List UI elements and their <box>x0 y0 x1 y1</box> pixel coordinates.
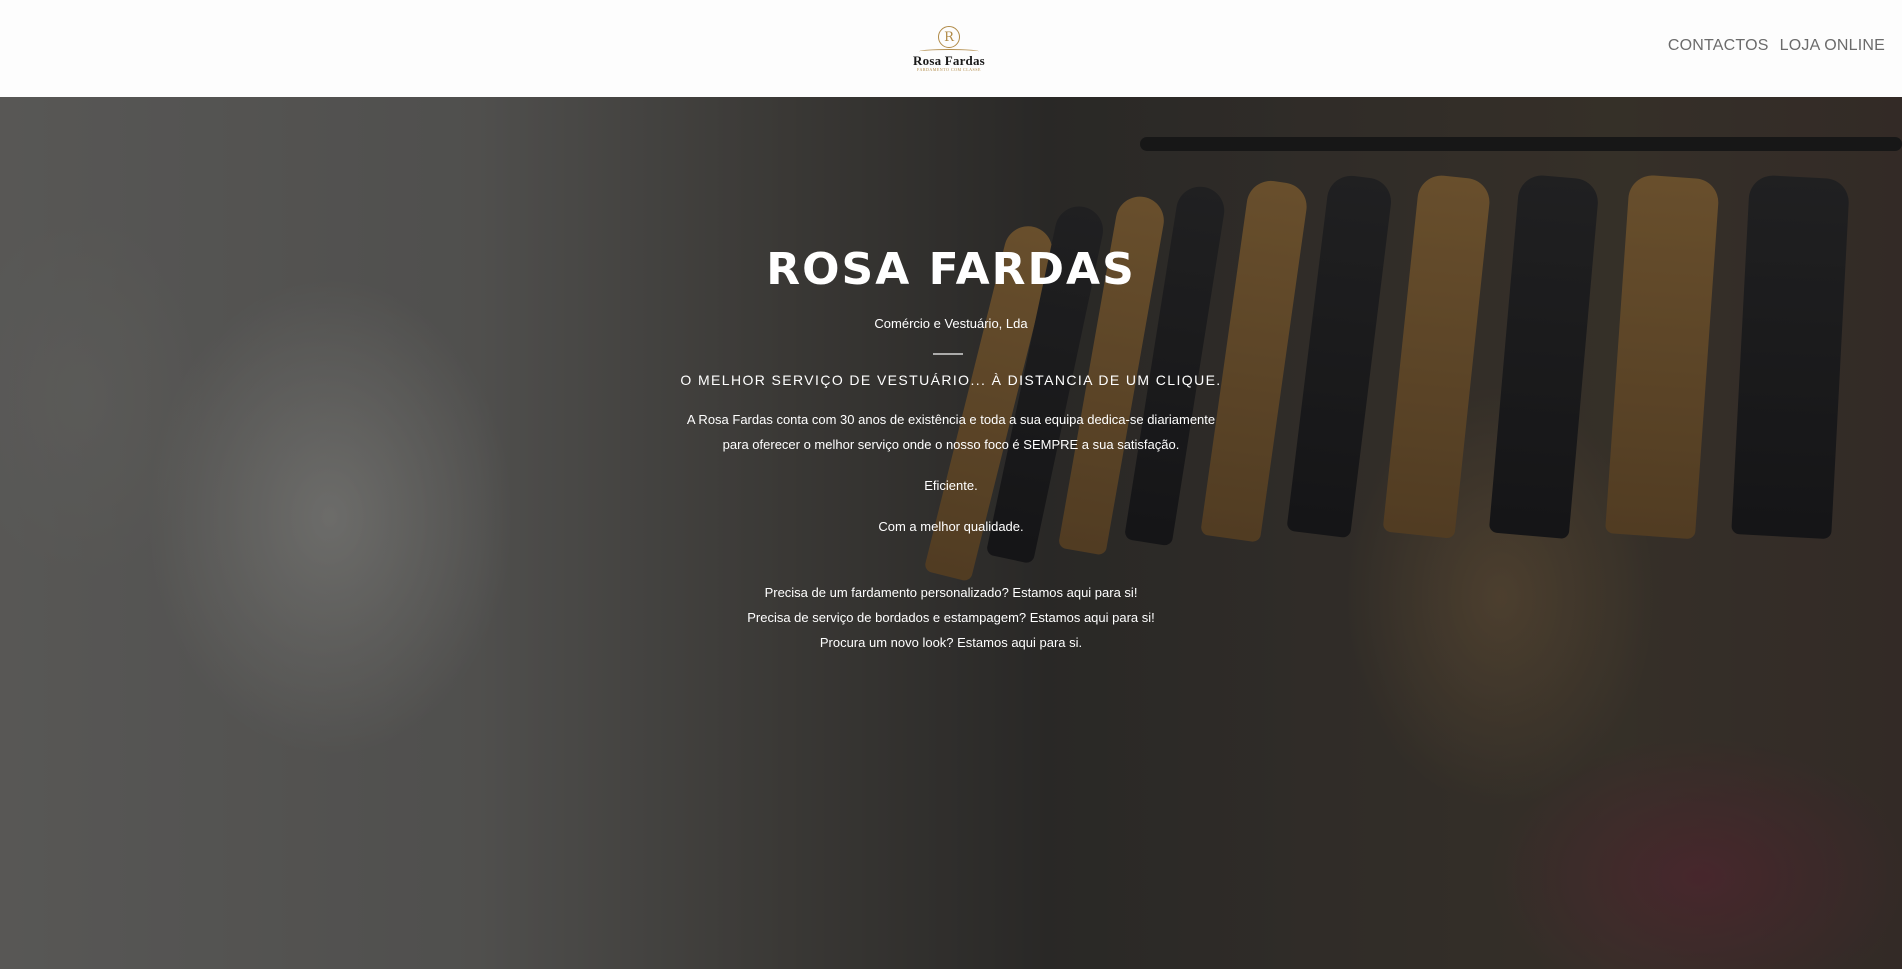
site-logo[interactable]: R Rosa Fardas FARDAMENTO COM CLASSE <box>906 26 992 74</box>
intro-line-2: para oferecer o melhor serviço onde o no… <box>722 437 1180 452</box>
hero-subtitle: Comércio e Vestuário, Lda <box>874 316 1028 331</box>
point-eficiente: Eficiente. <box>924 478 978 493</box>
hero-title: ROSA FARDAS <box>766 244 1136 295</box>
hero-tagline: O MELHOR SERVIÇO DE VESTUÁRIO... À DISTA… <box>680 372 1222 388</box>
hero-section: ROSA FARDAS Comércio e Vestuário, Lda O … <box>0 97 1902 969</box>
logo-name: Rosa Fardas <box>913 53 985 68</box>
cta-line-2: Precisa de serviço de bordados e estampa… <box>747 610 1155 625</box>
site-header: R Rosa Fardas FARDAMENTO COM CLASSE CONT… <box>0 0 1902 98</box>
nav-link-loja-online[interactable]: LOJA ONLINE <box>1780 37 1885 55</box>
point-qualidade: Com a melhor qualidade. <box>878 519 1024 534</box>
logo-tagline: FARDAMENTO COM CLASSE <box>917 67 981 72</box>
nav-link-contactos[interactable]: CONTACTOS <box>1668 37 1769 55</box>
hero-divider <box>933 353 963 355</box>
logo-monogram: R <box>938 26 960 48</box>
intro-line-1: A Rosa Fardas conta com 30 anos de exist… <box>686 412 1216 427</box>
page: R Rosa Fardas FARDAMENTO COM CLASSE CONT… <box>0 0 1902 969</box>
main-nav: CONTACTOS LOJA ONLINE <box>1668 37 1885 55</box>
cta-line-1: Precisa de um fardamento personalizado? … <box>764 585 1138 600</box>
cta-line-3: Procura um novo look? Estamos aqui para … <box>819 635 1083 650</box>
